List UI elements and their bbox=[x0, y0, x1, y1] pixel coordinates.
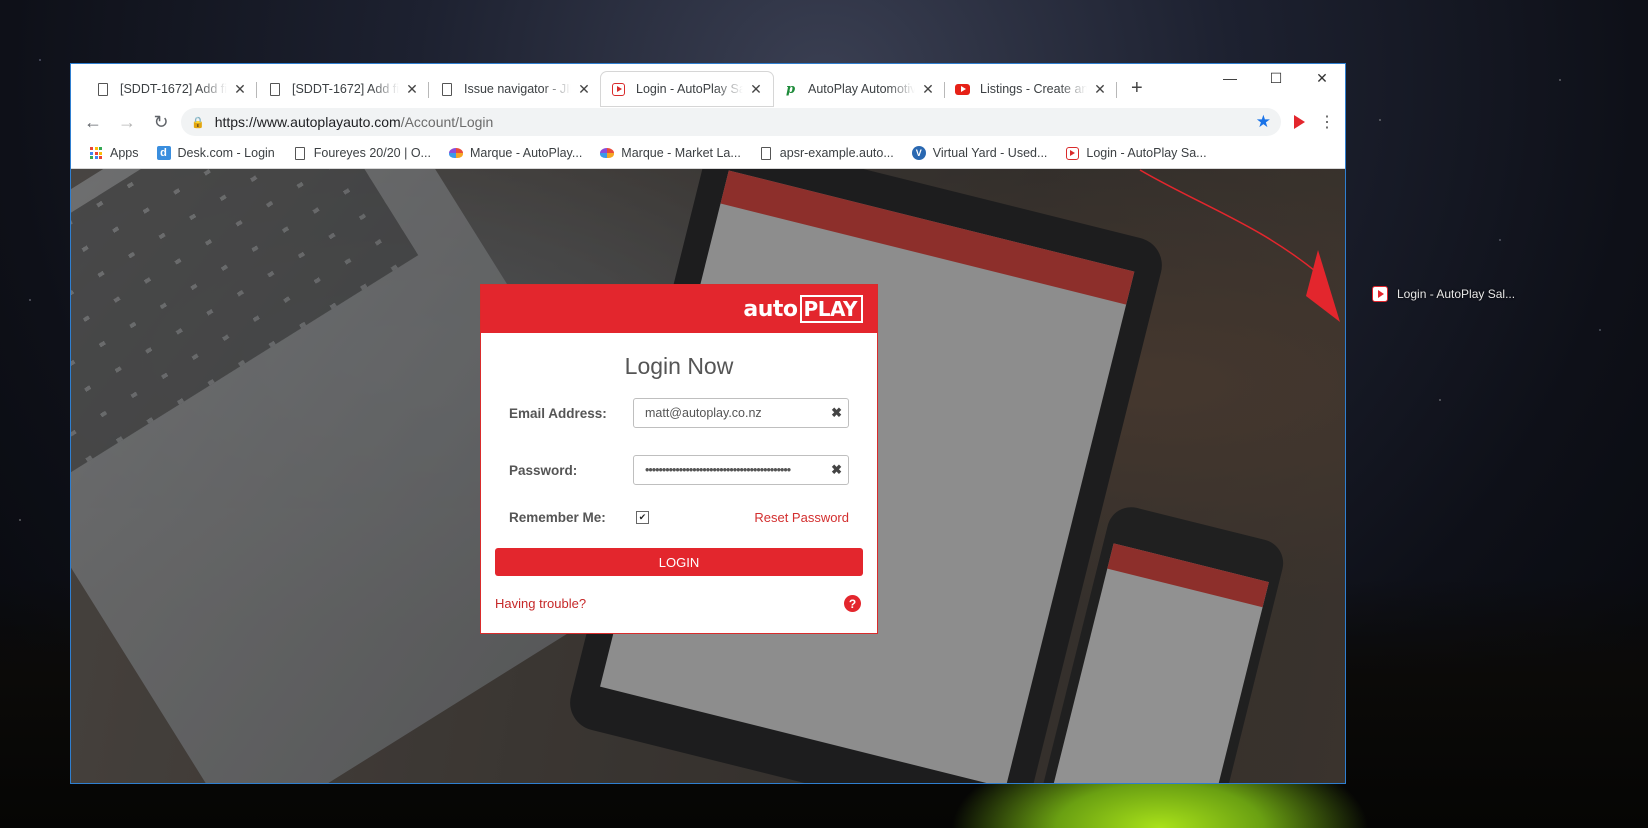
logo-auto: auto bbox=[743, 296, 798, 322]
bookmark-label: Login - AutoPlay Sa... bbox=[1086, 146, 1207, 160]
autoplay-logo: auto PLAY bbox=[743, 295, 863, 323]
green-p-icon: p bbox=[785, 81, 796, 97]
apps-grid-icon bbox=[89, 146, 103, 160]
document-icon bbox=[267, 82, 282, 97]
new-tab-button[interactable]: + bbox=[1131, 77, 1143, 100]
close-icon[interactable]: ✕ bbox=[921, 81, 935, 98]
bookmark-label: Marque - Market La... bbox=[621, 146, 741, 160]
bookmark-apsr-example[interactable]: apsr-example.auto... bbox=[751, 141, 902, 165]
bookmarks-bar: Apps d Desk.com - Login Foureyes 20/20 |… bbox=[71, 138, 1345, 169]
bookmark-label: Apps bbox=[110, 146, 139, 160]
logo-play: PLAY bbox=[799, 295, 863, 323]
password-row: Password: ••••••••••••••••••••••••••••••… bbox=[509, 455, 849, 485]
login-card: auto PLAY Login Now Email Address: ✖ Pas… bbox=[480, 284, 878, 634]
minimize-button[interactable]: — bbox=[1207, 64, 1253, 92]
email-field[interactable] bbox=[645, 406, 828, 420]
desk-icon: d bbox=[156, 146, 171, 160]
password-field[interactable]: ••••••••••••••••••••••••••••••••••••••••… bbox=[645, 463, 827, 477]
bookmark-foureyes[interactable]: Foureyes 20/20 | O... bbox=[285, 141, 439, 165]
remember-me-checkbox[interactable]: ✔ bbox=[636, 511, 649, 524]
document-icon bbox=[759, 146, 773, 160]
close-icon[interactable]: ✕ bbox=[233, 81, 247, 98]
autoplay-extension-icon[interactable] bbox=[1287, 110, 1311, 134]
email-row: Email Address: ✖ bbox=[509, 398, 849, 428]
bookmark-marque-market[interactable]: Marque - Market La... bbox=[592, 141, 749, 165]
forward-button[interactable]: → bbox=[113, 108, 141, 136]
marque-icon bbox=[448, 146, 463, 160]
remember-label: Remember Me: bbox=[509, 510, 606, 525]
tab-title: Login - AutoPlay Sal bbox=[636, 82, 743, 96]
reload-button[interactable]: ↻ bbox=[147, 108, 175, 136]
tab-title: [SDDT-1672] Add fie bbox=[292, 82, 399, 96]
document-icon bbox=[95, 82, 110, 97]
tab-issue-navigator[interactable]: Issue navigator - JIR ✕ bbox=[429, 72, 601, 106]
marque-icon bbox=[600, 146, 615, 160]
bookmark-virtual-yard[interactable]: V Virtual Yard - Used... bbox=[904, 141, 1056, 165]
virtual-yard-icon: V bbox=[911, 146, 926, 160]
bookmark-label: Desk.com - Login bbox=[177, 146, 275, 160]
browser-window: [SDDT-1672] Add fie ✕ [SDDT-1672] Add fi… bbox=[70, 63, 1346, 784]
tab-title: [SDDT-1672] Add fie bbox=[120, 82, 227, 96]
tab-login-autoplay[interactable]: Login - AutoPlay Sal ✕ bbox=[601, 72, 773, 106]
address-bar[interactable]: 🔒 https://www.autoplayauto.com/Account/L… bbox=[181, 108, 1281, 136]
having-trouble-link[interactable]: Having trouble? bbox=[495, 596, 586, 611]
email-field-wrapper: ✖ bbox=[633, 398, 849, 428]
tab-listings[interactable]: Listings - Create and ✕ bbox=[945, 72, 1117, 106]
autoplay-icon bbox=[1372, 286, 1388, 302]
page-background: auto PLAY Login Now Email Address: ✖ Pas… bbox=[71, 169, 1345, 783]
bookmark-label: Foureyes 20/20 | O... bbox=[313, 146, 431, 160]
help-icon[interactable]: ? bbox=[844, 595, 861, 612]
document-icon bbox=[439, 82, 454, 97]
email-label: Email Address: bbox=[509, 405, 607, 421]
tab-title: Listings - Create and bbox=[980, 82, 1087, 96]
login-button[interactable]: LOGIN bbox=[495, 548, 863, 576]
clear-password-icon[interactable]: ✖ bbox=[831, 462, 842, 478]
tab-autoplay-automotive[interactable]: p AutoPlay Automotiv ✕ bbox=[773, 72, 945, 106]
password-field-wrapper: ••••••••••••••••••••••••••••••••••••••••… bbox=[633, 455, 849, 485]
drag-ghost-label: Login - AutoPlay Sal... bbox=[1397, 287, 1516, 301]
remember-row: Remember Me: ✔ Reset Password bbox=[509, 510, 849, 525]
page-title: Login Now bbox=[624, 353, 734, 379]
bookmark-marque-autoplay[interactable]: Marque - AutoPlay... bbox=[441, 141, 590, 165]
close-icon[interactable]: ✕ bbox=[405, 81, 419, 98]
clear-email-icon[interactable]: ✖ bbox=[831, 405, 842, 421]
close-icon[interactable]: ✕ bbox=[1093, 81, 1107, 98]
card-header: auto PLAY bbox=[481, 285, 877, 333]
bookmark-label: Marque - AutoPlay... bbox=[469, 146, 583, 160]
url-path: /Account/Login bbox=[400, 114, 494, 130]
dragged-tab-ghost[interactable]: Login - AutoPlay Sal... bbox=[1372, 286, 1515, 302]
back-button[interactable]: ← bbox=[79, 108, 107, 136]
tab-sddt-1672-b[interactable]: [SDDT-1672] Add fie ✕ bbox=[257, 72, 429, 106]
menu-kebab-icon[interactable]: ⋮ bbox=[1317, 112, 1337, 132]
bookmark-label: apsr-example.auto... bbox=[779, 146, 894, 160]
window-controls: — ☐ ✕ bbox=[1207, 64, 1345, 92]
tab-strip: [SDDT-1672] Add fie ✕ [SDDT-1672] Add fi… bbox=[71, 64, 1345, 106]
close-icon[interactable]: ✕ bbox=[577, 81, 591, 98]
lock-icon: 🔒 bbox=[191, 116, 205, 129]
autoplay-icon bbox=[1065, 146, 1079, 160]
bookmark-star-icon[interactable]: ★ bbox=[1256, 112, 1271, 132]
maximize-button[interactable]: ☐ bbox=[1253, 64, 1299, 92]
password-label: Password: bbox=[509, 462, 578, 478]
tab-sddt-1672-a[interactable]: [SDDT-1672] Add fie ✕ bbox=[85, 72, 257, 106]
bookmark-apps[interactable]: Apps bbox=[81, 141, 147, 165]
browser-toolbar: ← → ↻ 🔒 https://www.autoplayauto.com/Acc… bbox=[71, 106, 1345, 138]
autoplay-icon bbox=[611, 82, 626, 97]
tab-title: Issue navigator - JIR bbox=[464, 82, 571, 96]
bookmark-desk[interactable]: d Desk.com - Login bbox=[149, 141, 283, 165]
document-icon bbox=[293, 146, 307, 160]
url-host: https://www.autoplayauto.com bbox=[214, 114, 401, 130]
close-icon[interactable]: ✕ bbox=[749, 81, 763, 98]
reset-password-link[interactable]: Reset Password bbox=[754, 510, 849, 525]
bookmark-login-autoplay[interactable]: Login - AutoPlay Sa... bbox=[1057, 141, 1214, 165]
close-window-button[interactable]: ✕ bbox=[1299, 64, 1345, 92]
youtube-icon bbox=[955, 82, 970, 97]
bookmark-label: Virtual Yard - Used... bbox=[932, 146, 1048, 160]
tab-title: AutoPlay Automotiv bbox=[808, 82, 915, 96]
